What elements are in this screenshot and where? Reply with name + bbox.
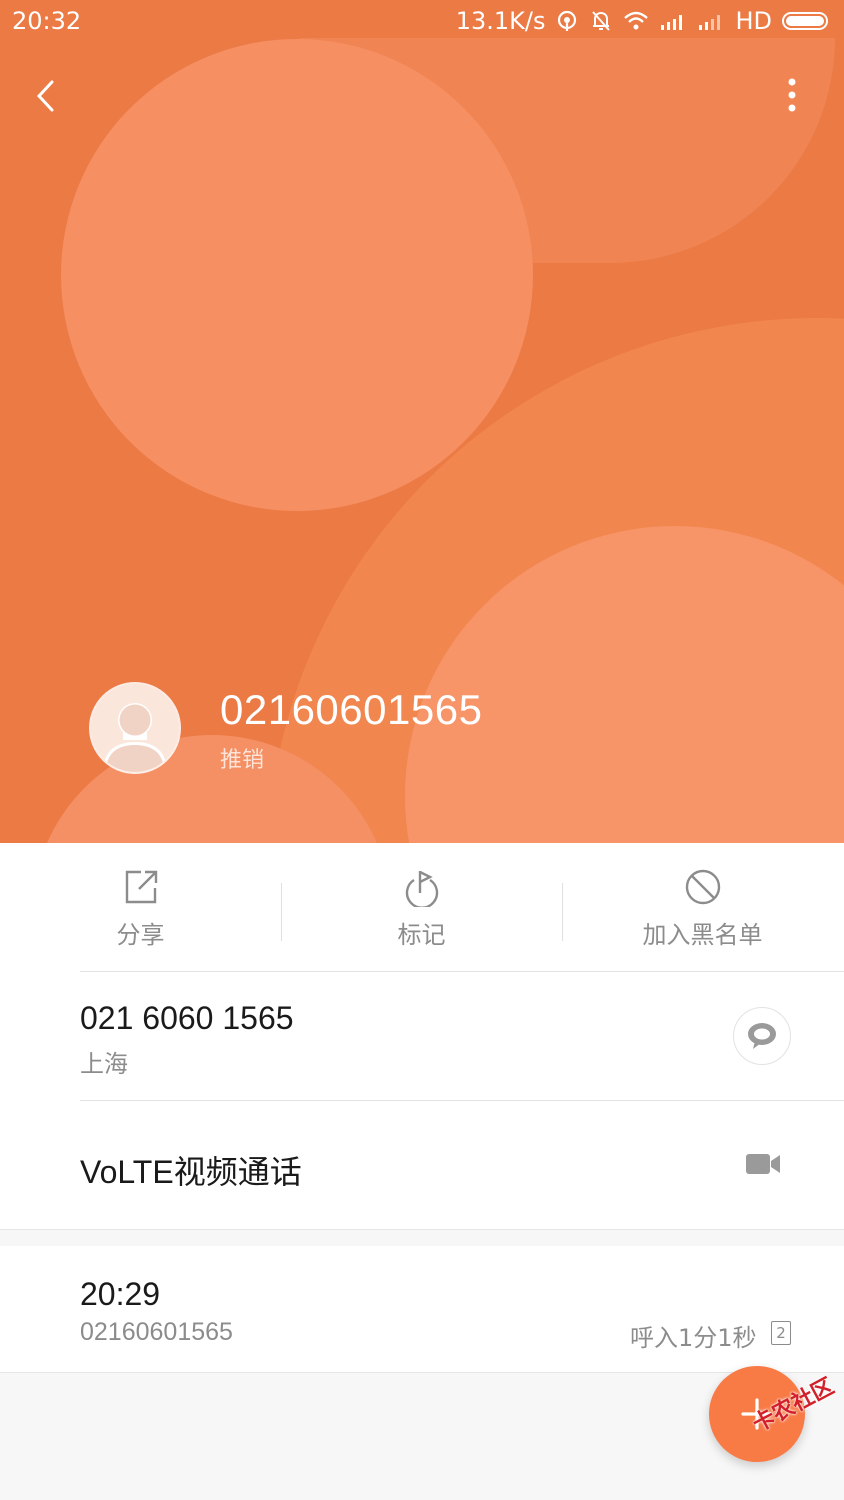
avatar bbox=[91, 684, 179, 772]
call-detail: 呼入1分1秒 bbox=[630, 1324, 757, 1352]
video-call-label: VoLTE视频通话 bbox=[80, 1154, 302, 1190]
hotspot-icon bbox=[555, 9, 579, 33]
status-bar: 20:32 13.1K/s HD bbox=[0, 0, 844, 44]
bg-shape-circle bbox=[61, 39, 533, 511]
avatar-person-icon bbox=[103, 703, 167, 772]
video-call-row[interactable]: VoLTE视频通话 bbox=[0, 1101, 844, 1229]
call-number: 02160601565 bbox=[80, 1318, 233, 1346]
share-label: 分享 bbox=[116, 921, 165, 949]
status-time: 20:32 bbox=[12, 7, 82, 35]
battery-icon bbox=[782, 11, 832, 31]
mark-label: 标记 bbox=[397, 921, 446, 949]
more-options-button[interactable] bbox=[776, 72, 808, 120]
contact-tag: 推销 bbox=[220, 748, 265, 773]
more-vertical-icon bbox=[776, 78, 808, 124]
mute-bell-icon bbox=[589, 9, 613, 33]
phone-row[interactable]: 021 6060 1565 上海 bbox=[0, 972, 844, 1100]
message-icon bbox=[746, 1020, 778, 1056]
wifi-icon bbox=[623, 10, 649, 32]
network-type: HD bbox=[735, 7, 772, 35]
call-log-row[interactable]: 20:29 02160601565 呼入1分1秒 2 bbox=[0, 1246, 844, 1373]
back-button[interactable] bbox=[28, 72, 68, 120]
mark-button[interactable]: 标记 bbox=[281, 843, 562, 971]
message-button[interactable] bbox=[733, 1007, 791, 1065]
share-icon bbox=[121, 867, 161, 911]
block-icon bbox=[683, 867, 723, 911]
call-time: 20:29 bbox=[80, 1276, 161, 1312]
blacklist-button[interactable]: 加入黑名单 bbox=[562, 843, 843, 971]
phone-number: 021 6060 1565 bbox=[80, 1000, 294, 1036]
back-chevron-icon bbox=[28, 80, 68, 124]
contact-number: 02160601565 bbox=[220, 686, 483, 733]
flag-icon bbox=[402, 867, 442, 911]
content-panel: 分享 标记 加入黑名单 021 6060 1565 上海 VoLTE视频通话 bbox=[0, 843, 844, 1230]
signal-icon-2 bbox=[697, 11, 725, 31]
share-button[interactable]: 分享 bbox=[0, 843, 281, 971]
network-speed: 13.1K/s bbox=[455, 7, 546, 35]
phone-location: 上海 bbox=[80, 1050, 128, 1078]
status-icons: 13.1K/s HD bbox=[456, 7, 832, 35]
sim-badge: 2 bbox=[771, 1321, 791, 1345]
section-gap bbox=[0, 1229, 844, 1247]
signal-icon-1 bbox=[659, 11, 687, 31]
blacklist-label: 加入黑名单 bbox=[642, 921, 763, 949]
video-camera-icon bbox=[744, 1149, 782, 1183]
action-bar: 分享 标记 加入黑名单 bbox=[0, 843, 844, 971]
